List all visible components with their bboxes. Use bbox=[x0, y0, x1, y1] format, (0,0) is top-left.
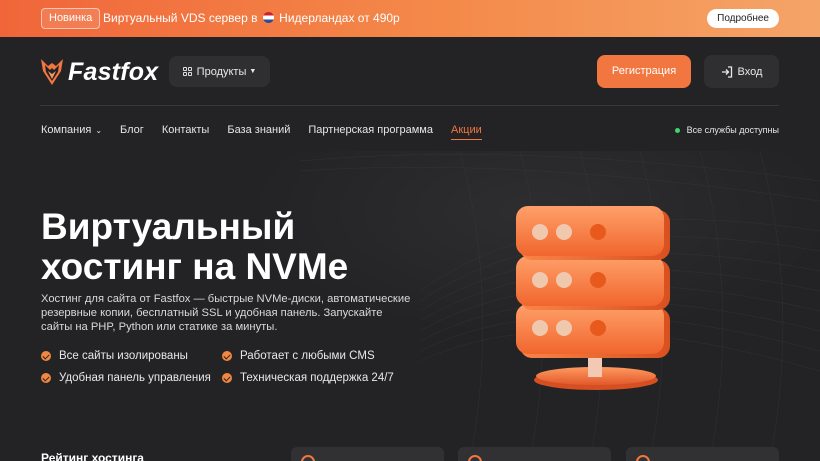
hero-title-line-1: Виртуальный bbox=[41, 206, 296, 247]
feature-label: Работает с любыми CMS bbox=[240, 350, 375, 362]
rating-section-title: Рейтинг хостинга bbox=[41, 451, 144, 461]
main-nav: Компания ⌄ Блог Контакты База знаний Парт… bbox=[41, 124, 500, 140]
feature-label: Техническая поддержка 24/7 bbox=[240, 372, 394, 384]
register-button[interactable]: Регистрация bbox=[597, 55, 691, 88]
hero-description: Хостинг для сайта от Fastfox — быстрые N… bbox=[41, 293, 411, 334]
promo-text[interactable]: Виртуальный VDS сервер в Нидерландах от … bbox=[103, 11, 400, 25]
login-icon bbox=[721, 65, 732, 78]
nav-item-label: Компания bbox=[41, 124, 92, 136]
login-label: Вход bbox=[737, 65, 763, 78]
rating-icon bbox=[468, 455, 482, 461]
login-button[interactable]: Вход bbox=[704, 55, 779, 88]
server-illustration bbox=[516, 206, 670, 390]
rating-card[interactable] bbox=[291, 447, 444, 461]
logo-text: Fastfox bbox=[68, 57, 159, 86]
site-header: Fastfox Продукты ▼ Регистрация Вход Комп… bbox=[0, 37, 820, 151]
check-icon bbox=[222, 351, 232, 361]
nav-item-blog[interactable]: Блог bbox=[120, 124, 144, 136]
status-text: Все службы доступны bbox=[686, 125, 779, 135]
rating-icon bbox=[636, 455, 650, 461]
nav-item-contacts[interactable]: Контакты bbox=[162, 124, 210, 136]
promo-text-start: Виртуальный VDS сервер в bbox=[103, 11, 258, 25]
check-icon bbox=[41, 351, 51, 361]
status-dot-icon bbox=[674, 127, 680, 133]
nav-item-partner-program[interactable]: Партнерская программа bbox=[308, 124, 433, 136]
check-icon bbox=[41, 373, 51, 383]
logo[interactable]: Fastfox bbox=[40, 57, 158, 87]
promo-more-button[interactable]: Подробнее bbox=[707, 9, 779, 28]
grid-icon bbox=[182, 67, 192, 76]
promo-badge: Новинка bbox=[41, 8, 101, 29]
rating-icon bbox=[301, 455, 315, 461]
chevron-down-icon: ⌄ bbox=[95, 126, 103, 135]
rating-card[interactable] bbox=[626, 447, 779, 461]
feature-label: Удобная панель управления bbox=[59, 372, 211, 384]
netherlands-flag-icon bbox=[262, 12, 274, 23]
promo-text-end: Нидерландах от 490р bbox=[279, 11, 400, 25]
header-divider bbox=[40, 105, 779, 106]
caret-down-icon: ▼ bbox=[249, 68, 257, 75]
fox-logo-icon bbox=[41, 59, 63, 85]
nav-item-promotions[interactable]: Акции bbox=[451, 124, 482, 140]
hero-title-line-2: хостинг на NVMe bbox=[41, 246, 349, 287]
feature-item: Удобная панель управления bbox=[41, 372, 211, 384]
hero-title: Виртуальный хостинг на NVMe bbox=[41, 207, 441, 287]
feature-item: Техническая поддержка 24/7 bbox=[222, 372, 394, 384]
feature-item: Все сайты изолированы bbox=[41, 350, 188, 362]
products-label: Продукты bbox=[196, 65, 247, 78]
products-menu-button[interactable]: Продукты ▼ bbox=[169, 56, 270, 87]
nav-item-knowledge-base[interactable]: База знаний bbox=[227, 124, 290, 136]
feature-item: Работает с любыми CMS bbox=[222, 350, 375, 362]
feature-label: Все сайты изолированы bbox=[59, 350, 188, 362]
rating-card[interactable] bbox=[458, 447, 611, 461]
nav-item-company[interactable]: Компания ⌄ bbox=[41, 124, 102, 136]
promo-bar: Новинка Виртуальный VDS сервер в Нидерла… bbox=[0, 0, 820, 37]
service-status[interactable]: Все службы доступны bbox=[674, 125, 779, 135]
check-icon bbox=[222, 373, 232, 383]
